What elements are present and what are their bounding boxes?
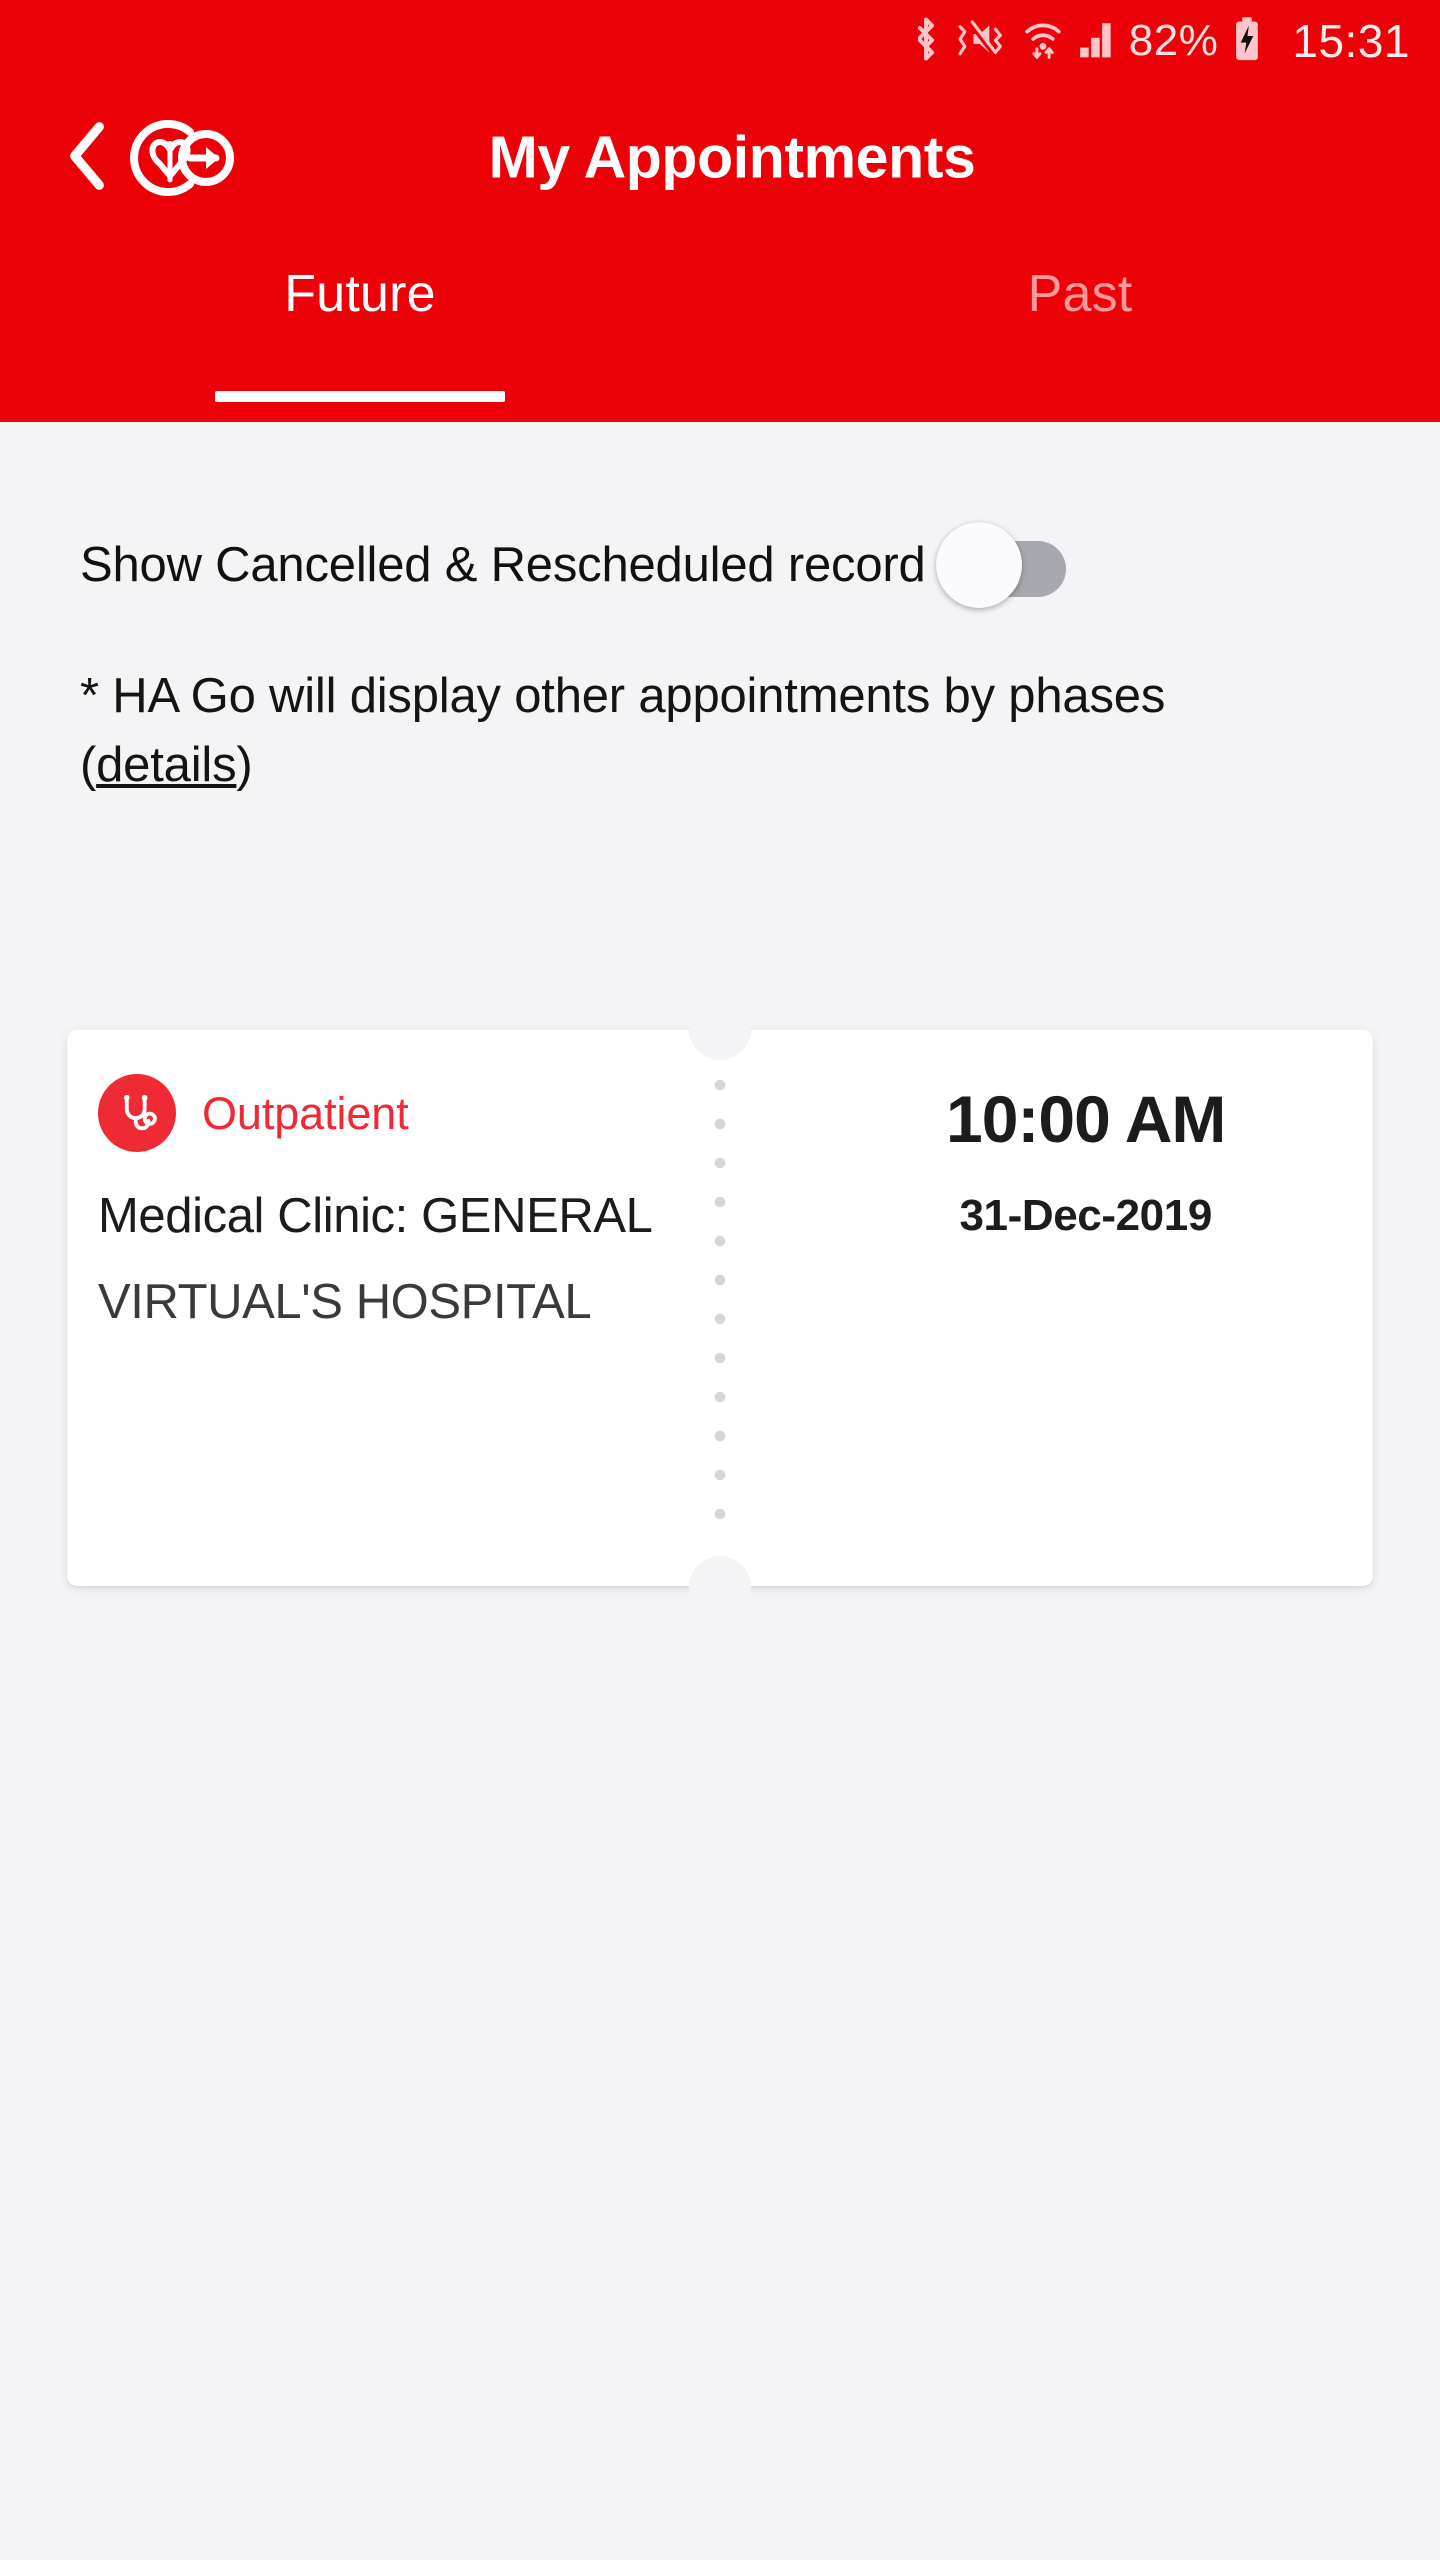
ticket-notch-bottom [689,1556,751,1618]
show-cancelled-filter-row: Show Cancelled & Rescheduled record [80,522,1380,608]
appointment-clinic: Medical Clinic: GENERAL [98,1189,653,1243]
app-bar: My Appointments Future Past [0,82,1440,422]
appointment-hospital: VIRTUAL'S HOSPITAL [98,1274,592,1329]
tab-future[interactable]: Future [0,234,720,422]
app-screen: 82% 15:31 My Appointments Future Past Sh… [0,0,1440,2560]
content-area: Show Cancelled & Rescheduled record * HA… [0,422,1440,2560]
status-bar-clock: 15:31 [1292,15,1410,67]
tab-future-label: Future [284,265,436,323]
battery-percent-label: 82% [1128,16,1219,65]
mute-vibrate-icon [955,17,1009,66]
tab-past-label: Past [1027,265,1133,323]
page-title: My Appointments [488,124,976,191]
appointment-card-right: 10:00 AM 31-Dec-2019 [798,1030,1373,1586]
appointment-type-label: Outpatient [202,1087,409,1139]
phases-note-suffix: ) [236,737,253,792]
battery-charging-icon [1232,16,1262,67]
appointment-date: 31-Dec-2019 [959,1191,1212,1240]
phases-note: * HA Go will display other appointments … [80,662,1350,799]
appointment-card[interactable]: Outpatient Medical Clinic: GENERAL VIRTU… [67,1030,1373,1586]
tab-active-indicator [215,391,505,402]
app-bar-top-row: My Appointments [0,82,1440,234]
status-icons-group: 82% 15:31 [911,16,1410,67]
appointment-time: 10:00 AM [946,1082,1226,1156]
show-cancelled-toggle[interactable] [935,522,1066,608]
tab-bar: Future Past [0,234,1440,422]
wifi-icon [1023,17,1063,66]
appointment-card-left: Outpatient Medical Clinic: GENERAL VIRTU… [67,1030,746,1586]
appointment-card-wrapper: Outpatient Medical Clinic: GENERAL VIRTU… [67,998,1373,1618]
ticket-notch-top [689,998,751,1060]
stethoscope-icon [98,1074,176,1152]
show-cancelled-label: Show Cancelled & Rescheduled record [80,537,926,592]
appointment-type-row: Outpatient [98,1074,746,1152]
bluetooth-icon [911,16,941,66]
tab-past[interactable]: Past [720,234,1440,422]
status-bar: 82% 15:31 [0,0,1440,82]
ticket-perforation [713,1078,727,1538]
toggle-knob [935,522,1022,608]
details-link[interactable]: details [96,738,236,792]
cellular-signal-icon [1077,17,1115,66]
